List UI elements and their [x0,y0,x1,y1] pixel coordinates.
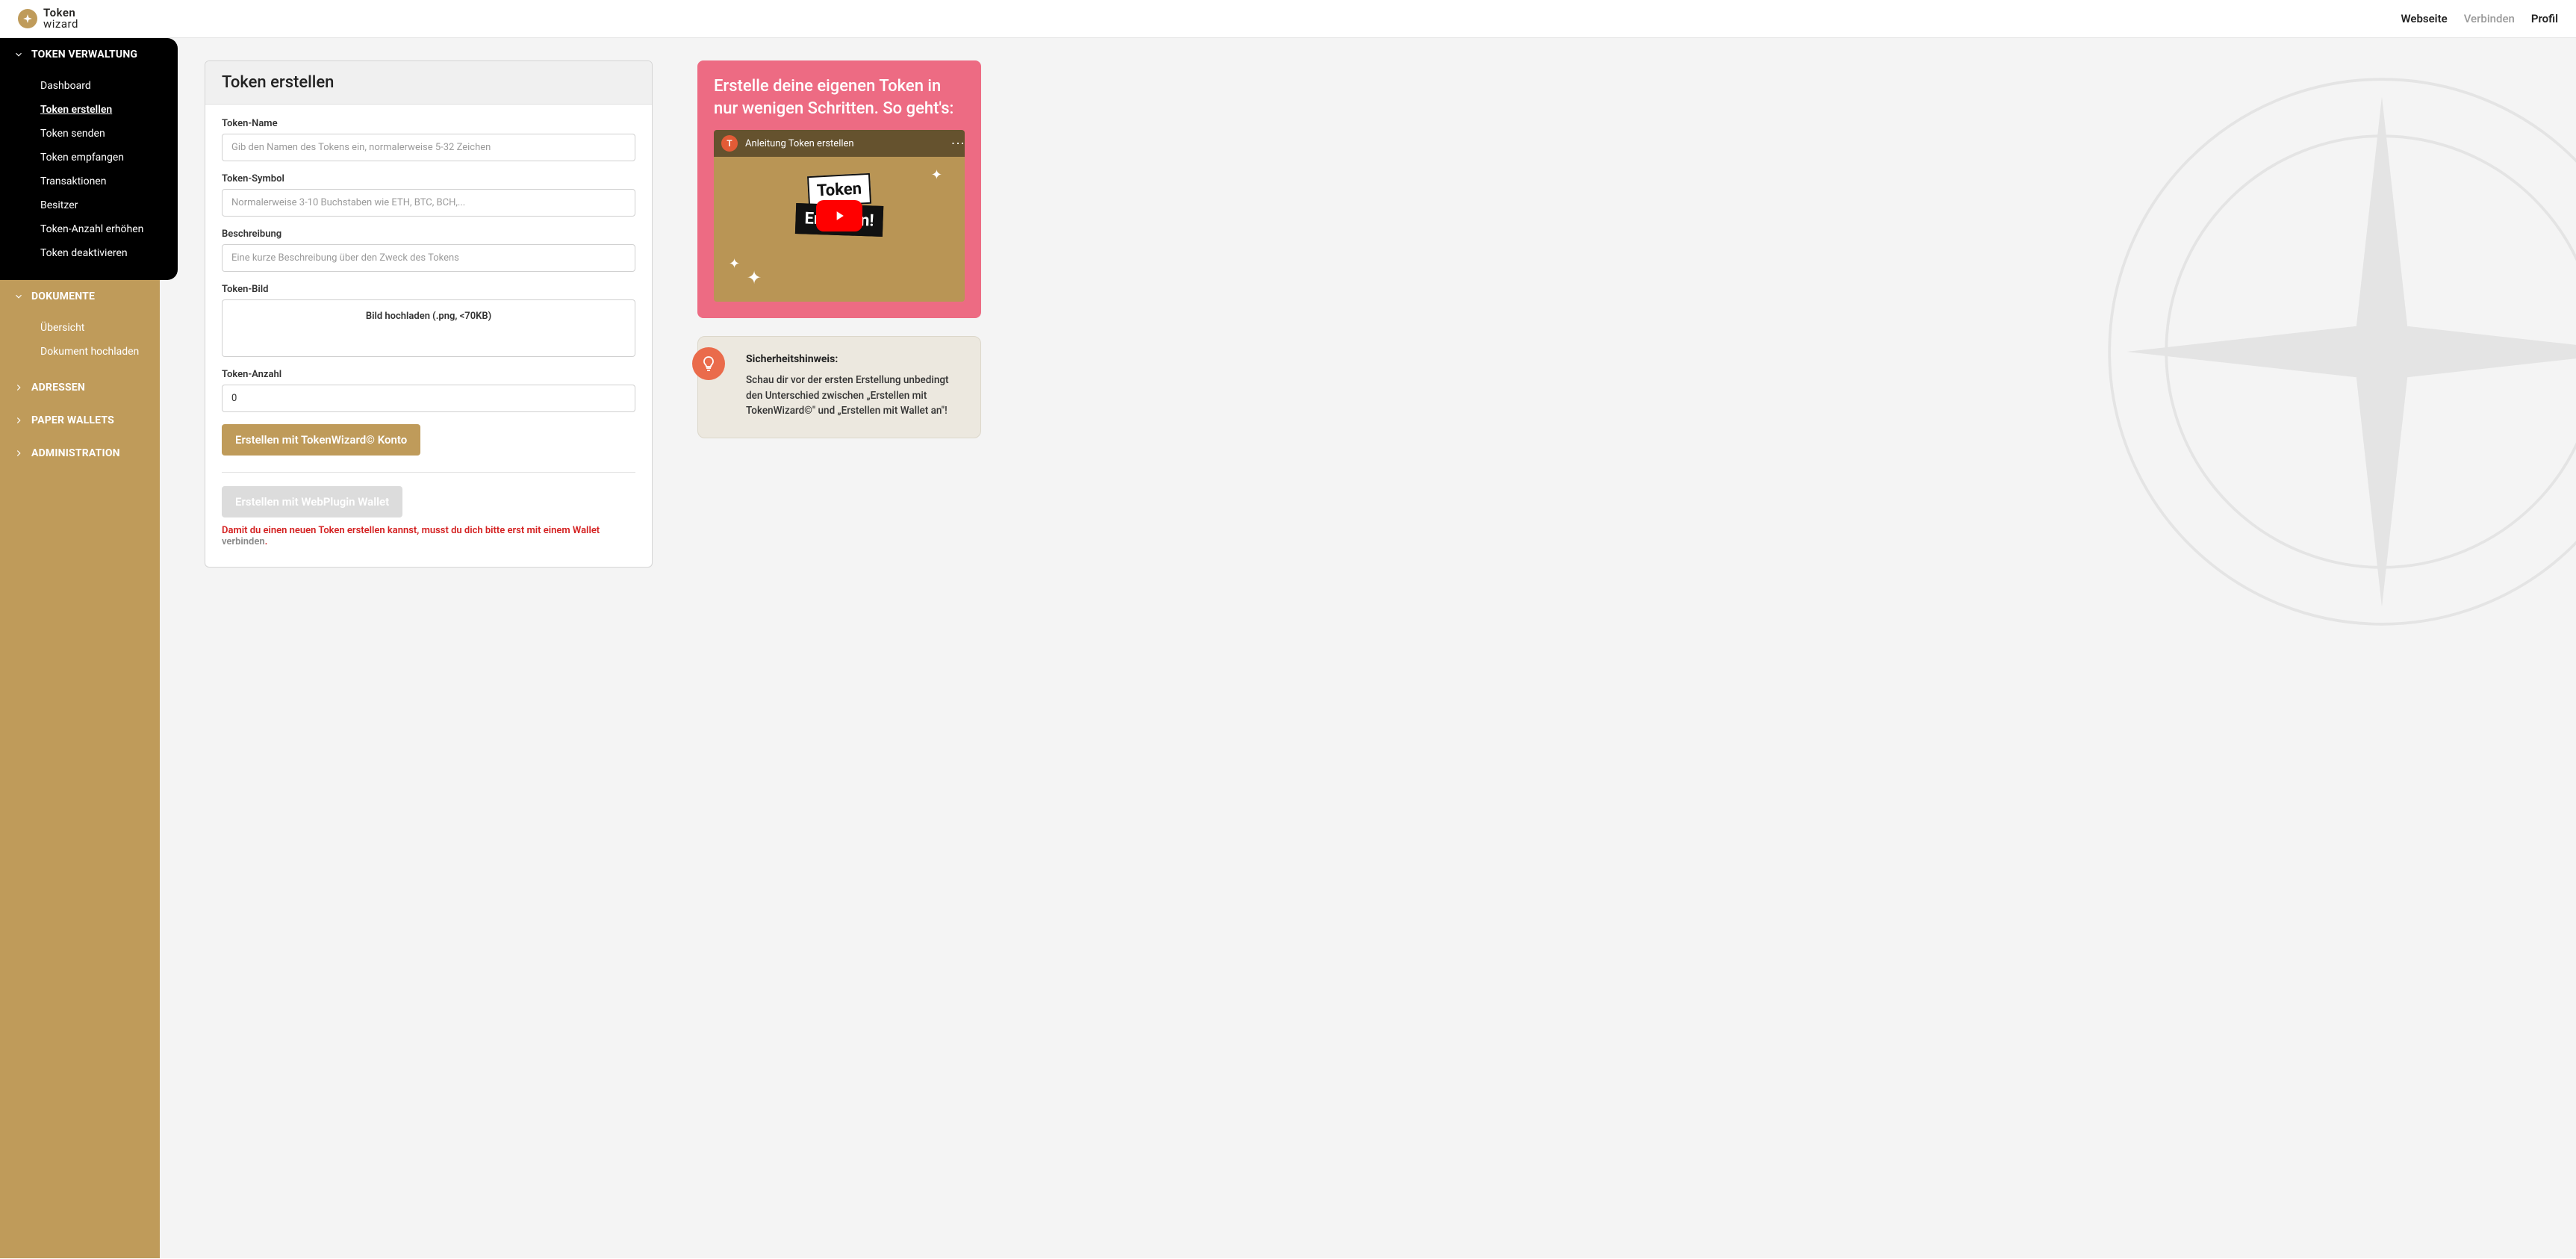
sidebar-item-owner[interactable]: Besitzer [0,193,160,217]
token-desc-label: Beschreibung [222,229,635,240]
hint-title: Sicherheitshinweis: [746,353,962,365]
divider [222,472,635,473]
chevron-down-icon [13,291,24,302]
promo-card: Erstelle deine eigenen Token in nur weni… [697,60,981,318]
sidebar-item-transactions[interactable]: Transaktionen [0,170,160,193]
sidebar-head-paper-wallets[interactable]: PAPER WALLETS [0,404,160,437]
sidebar-section-token: TOKEN VERWALTUNG Dashboard Token erstell… [0,38,178,280]
sidebar-item-dashboard[interactable]: Dashboard [0,74,160,98]
token-desc-input[interactable] [222,244,635,272]
token-name-label: Token-Name [222,118,635,129]
sidebar: TOKEN VERWALTUNG Dashboard Token erstell… [0,38,160,1258]
sidebar-head-label: ADRESSEN [31,382,85,394]
create-token-card: Token erstellen Token-Name Token-Symbol … [205,60,653,568]
sidebar-head-label: ADMINISTRATION [31,447,120,459]
token-symbol-input[interactable] [222,189,635,217]
sidebar-head-label: PAPER WALLETS [31,414,114,426]
sidebar-head-administration[interactable]: ADMINISTRATION [0,437,160,470]
card-title: Token erstellen [205,61,652,105]
sparkle-icon: ✦ [931,167,942,183]
connect-wallet-link[interactable]: verbinden [222,536,265,547]
sparkle-icon: ✦ [747,267,762,288]
token-count-input[interactable] [222,385,635,412]
play-button[interactable] [816,200,862,231]
sidebar-item-receive-token[interactable]: Token empfangen [0,146,160,170]
hint-text: Schau dir vor der ersten Erstellung unbe… [746,373,962,418]
wallet-error-message: Damit du einen neuen Token erstellen kan… [222,525,635,547]
create-with-wallet-button[interactable]: Erstellen mit WebPlugin Wallet [222,486,402,517]
token-image-label: Token-Bild [222,284,635,295]
security-hint-box: Sicherheitshinweis: Schau dir vor der er… [697,336,981,438]
top-nav: Webseite Verbinden Profil [2401,12,2558,25]
sidebar-item-deactivate-token[interactable]: Token deaktivieren [0,241,160,265]
token-name-input[interactable] [222,134,635,161]
main-content: Token erstellen Token-Name Token-Symbol … [160,38,2576,1258]
right-column: Erstelle deine eigenen Token in nur weni… [697,60,981,438]
top-header: Token wizard Webseite Verbinden Profil [0,0,2576,38]
chevron-down-icon [13,49,24,60]
logo-icon [18,9,37,28]
sparkle-icon: ✦ [729,256,740,272]
sidebar-item-create-token[interactable]: Token erstellen [0,98,160,122]
sidebar-section-documents: DOKUMENTE Übersicht Dokument hochladen [0,280,160,371]
token-symbol-label: Token-Symbol [222,173,635,184]
chevron-right-icon [13,415,24,426]
video-title: Anleitung Token erstellen [745,138,950,149]
logo-text: Token wizard [43,7,78,30]
token-count-label: Token-Anzahl [222,369,635,380]
nav-profile[interactable]: Profil [2531,12,2558,25]
token-image-upload[interactable]: Bild hochladen (.png, <70KB) [222,299,635,357]
logo[interactable]: Token wizard [18,7,78,30]
nav-website[interactable]: Webseite [2401,12,2447,25]
sidebar-head-addresses[interactable]: ADRESSEN [0,371,160,404]
sidebar-head-label: DOKUMENTE [31,290,95,302]
chevron-right-icon [13,448,24,458]
chevron-right-icon [13,382,24,393]
sidebar-item-upload-doc[interactable]: Dokument hochladen [0,340,160,364]
sidebar-item-increase-count[interactable]: Token-Anzahl erhöhen [0,217,160,241]
video-channel-avatar: T [721,135,738,152]
nav-connect[interactable]: Verbinden [2464,12,2515,25]
sidebar-head-token[interactable]: TOKEN VERWALTUNG [0,38,160,71]
sidebar-item-overview[interactable]: Übersicht [0,316,160,340]
video-top-bar: T Anleitung Token erstellen ⋮ [714,130,965,157]
sidebar-head-label: TOKEN VERWALTUNG [31,49,137,60]
video-embed[interactable]: T Anleitung Token erstellen ⋮ Token Erst… [714,130,965,302]
promo-title: Erstelle deine eigenen Token in nur weni… [714,75,965,119]
sidebar-head-documents[interactable]: DOKUMENTE [0,280,160,313]
play-icon [832,208,847,223]
lightbulb-icon [692,347,725,380]
sidebar-item-send-token[interactable]: Token senden [0,122,160,146]
create-with-account-button[interactable]: Erstellen mit TokenWizard© Konto [222,424,420,456]
